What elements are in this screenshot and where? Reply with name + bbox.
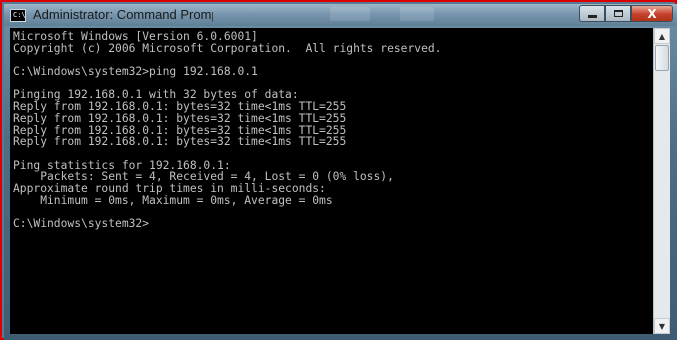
- console-line: Reply from 192.168.0.1: bytes=32 time<1m…: [13, 111, 347, 125]
- maximize-button[interactable]: [605, 5, 631, 22]
- minimize-button[interactable]: [579, 5, 605, 22]
- console-output[interactable]: Microsoft Windows [Version 6.0.6001] Copy…: [10, 28, 653, 334]
- scroll-up-button[interactable]: ▲: [654, 28, 670, 44]
- caption-buttons: X: [579, 5, 673, 23]
- chevron-down-icon: ▼: [658, 321, 666, 331]
- background-ghost: [330, 7, 370, 21]
- vertical-scrollbar[interactable]: ▲ ▼: [653, 28, 670, 334]
- minimize-icon: [587, 15, 597, 18]
- console-line: C:\Windows\system32>ping 192.168.0.1: [13, 65, 258, 79]
- console-line: C:\Windows\system32>: [13, 217, 150, 230]
- window-title: Administrator: Command Prompt: [33, 7, 213, 22]
- screenshot-frame: C:\ Administrator: Command Prompt X Micr…: [0, 0, 677, 340]
- console-line: Microsoft Windows [Version 6.0.6001]: [13, 30, 258, 43]
- console-text: Microsoft Windows [Version 6.0.6001] Copy…: [10, 28, 653, 230]
- close-icon: X: [647, 6, 657, 21]
- chevron-up-icon: ▲: [658, 31, 666, 41]
- scroll-thumb[interactable]: [655, 45, 669, 71]
- title-bar[interactable]: C:\ Administrator: Command Prompt X: [4, 4, 677, 26]
- cmd-icon[interactable]: C:\: [10, 9, 26, 22]
- console-line: Approximate round trip times in milli-se…: [13, 181, 326, 195]
- maximize-icon: [613, 10, 623, 17]
- command-prompt-window: C:\ Administrator: Command Prompt X Micr…: [4, 4, 677, 340]
- console-line: Reply from 192.168.0.1: bytes=32 time<1m…: [13, 135, 347, 149]
- scroll-down-button[interactable]: ▼: [654, 318, 670, 334]
- close-button[interactable]: X: [631, 5, 673, 22]
- console-line: Copyright (c) 2006 Microsoft Corporation…: [13, 41, 442, 55]
- background-ghost: [400, 7, 434, 21]
- console-line: Minimum = 0ms, Maximum = 0ms, Average = …: [13, 193, 333, 207]
